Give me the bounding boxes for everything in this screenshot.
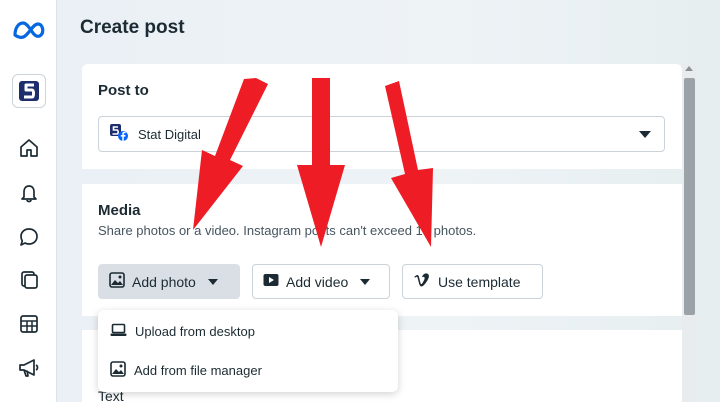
- arrow-to-use-template: [385, 81, 433, 247]
- arrow-to-add-photo: [193, 78, 268, 230]
- annotation-arrows: [193, 78, 433, 247]
- arrow-to-add-video: [297, 78, 345, 247]
